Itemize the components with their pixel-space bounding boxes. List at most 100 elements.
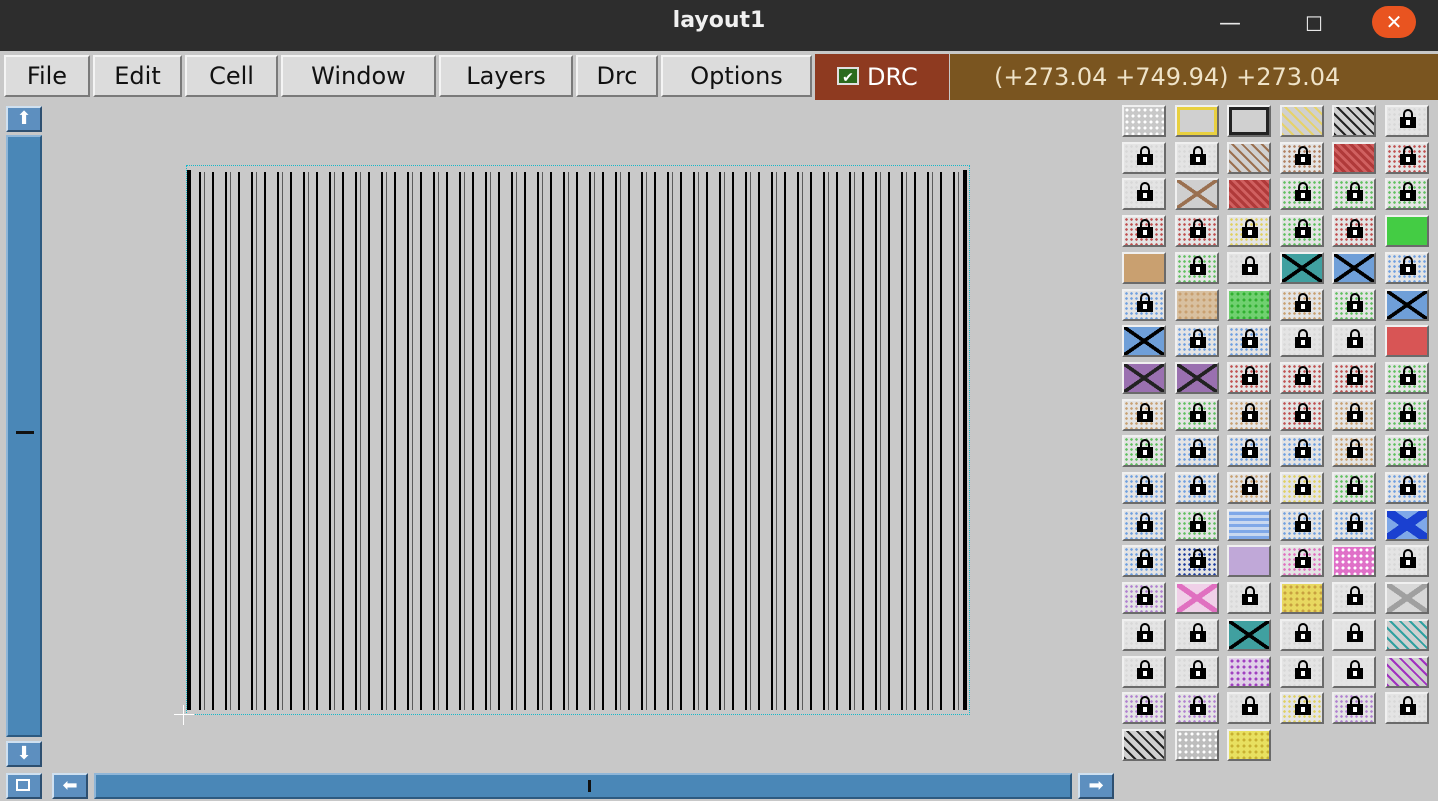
layer-swatch-green-dots[interactable] [1227,289,1271,321]
arrow-right-icon[interactable]: ➡ [1078,773,1114,799]
layer-swatch-lock-dotted[interactable] [1332,656,1376,688]
layer-swatch-lock-green[interactable] [1175,252,1219,284]
layer-swatch-lock-blue[interactable] [1122,545,1166,577]
layer-swatch-dots-white[interactable] [1122,105,1166,137]
layer-swatch-red-hatch[interactable] [1332,142,1376,174]
menu-window[interactable]: Window [281,55,436,97]
layer-swatch-lock-purple[interactable] [1332,692,1376,724]
layer-swatch-blue-x[interactable] [1332,252,1376,284]
vertical-scroll-thumb[interactable] [16,431,34,434]
layer-swatch-lock-red[interactable] [1175,215,1219,247]
layer-swatch-tan-dots[interactable] [1175,289,1219,321]
menu-edit[interactable]: Edit [93,55,182,97]
layer-swatch-lock-gray[interactable] [1385,545,1429,577]
layer-swatch-lock-tan[interactable] [1332,399,1376,431]
horizontal-scroll-thumb[interactable] [588,780,591,792]
layer-swatch-gray-x[interactable] [1385,582,1429,614]
layer-swatch-lock-green[interactable] [1385,435,1429,467]
layer-swatch-yellow-dots[interactable] [1280,582,1324,614]
layer-swatch-plain-black-outline[interactable] [1227,105,1271,137]
layer-swatch-black-hatch[interactable] [1332,105,1376,137]
layer-swatch-pink-x[interactable] [1175,582,1219,614]
layer-swatch-lock-blue[interactable] [1227,325,1271,357]
layer-swatch-lock-tan[interactable] [1332,435,1376,467]
layer-swatch-solid-red[interactable] [1385,325,1429,357]
layer-swatch-lock-green[interactable] [1280,178,1324,210]
horizontal-scrollbar[interactable]: ⬅ ➡ [0,771,1118,801]
layer-swatch-lock-purple[interactable] [1122,692,1166,724]
layer-swatch-lock-gray[interactable] [1280,656,1324,688]
layer-swatch-lock-gray[interactable] [1385,105,1429,137]
layer-swatch-solid-tan[interactable] [1122,252,1166,284]
layer-swatch-lock-red[interactable] [1280,362,1324,394]
checkbox-checked-icon[interactable]: ✔ [837,67,859,86]
horizontal-scroll-track[interactable] [94,773,1072,799]
layer-swatch-lock-gray[interactable] [1385,692,1429,724]
layer-swatch-purple-x[interactable] [1122,362,1166,394]
layer-swatch-lock-green[interactable] [1122,435,1166,467]
layer-swatch-lock-blue[interactable] [1175,472,1219,504]
layer-swatch-lock-tan[interactable] [1227,472,1271,504]
layer-swatch-yellow-dots-2[interactable] [1227,729,1271,761]
layer-swatch-blue-wave[interactable] [1227,509,1271,541]
layer-swatch-lock-gray[interactable] [1122,619,1166,651]
layer-swatch-lock-red[interactable] [1385,142,1429,174]
layer-swatch-lock-red[interactable] [1280,399,1324,431]
layer-swatch-lock-purple[interactable] [1175,692,1219,724]
layer-swatch-lock-tan[interactable] [1280,289,1324,321]
menu-drc[interactable]: Drc [576,55,658,97]
close-button[interactable]: ✕ [1372,6,1416,38]
layer-swatch-lock-gray[interactable] [1227,692,1271,724]
layer-swatch-lock-brown[interactable] [1280,142,1324,174]
layer-swatch-lock-yellow[interactable] [1280,692,1324,724]
layer-swatch-lock-blue[interactable] [1385,252,1429,284]
layer-swatch-pink-dots[interactable] [1332,545,1376,577]
layer-swatch-blue-diamond[interactable] [1385,509,1429,541]
arrow-up-icon[interactable]: ⬆ [6,106,42,132]
layer-swatch-brown-hatch[interactable] [1227,142,1271,174]
layer-swatch-lavender[interactable] [1227,545,1271,577]
layer-swatch-red-hatch[interactable] [1227,178,1271,210]
maximize-button[interactable]: ☐ [1292,4,1336,44]
layer-swatch-lock-yellow[interactable] [1227,215,1271,247]
layout-canvas[interactable] [46,103,1118,771]
layer-swatch-lock-gray[interactable] [1175,142,1219,174]
layer-swatch-teal-hatch[interactable] [1385,619,1429,651]
arrow-down-icon[interactable]: ⬇ [6,741,42,767]
layer-swatch-lock-green[interactable] [1175,399,1219,431]
layer-swatch-lock-red[interactable] [1332,362,1376,394]
layer-swatch-solid-green[interactable] [1385,215,1429,247]
layer-swatch-teal-x[interactable] [1280,252,1324,284]
layer-swatch-lock-gray[interactable] [1227,582,1271,614]
menu-file[interactable]: File [4,55,90,97]
layer-swatch-blue-x[interactable] [1122,325,1166,357]
layer-swatch-lock-red[interactable] [1122,215,1166,247]
layer-swatch-lock-blue[interactable] [1122,472,1166,504]
layer-swatch-lock-green[interactable] [1332,178,1376,210]
layer-swatch-lock-green[interactable] [1332,472,1376,504]
layer-swatch-yellow-hatch[interactable] [1280,105,1324,137]
layer-swatch-lock-blue[interactable] [1122,289,1166,321]
layer-swatch-lock-green[interactable] [1385,362,1429,394]
layer-swatch-plain-yellow-outline[interactable] [1175,105,1219,137]
layer-swatch-brown-cross[interactable] [1175,178,1219,210]
menu-cell[interactable]: Cell [185,55,278,97]
layer-swatch-lock-gray[interactable] [1280,325,1324,357]
layer-swatch-teal-cross[interactable] [1227,619,1271,651]
layer-swatch-lock-gray[interactable] [1332,582,1376,614]
layer-swatch-lock-red[interactable] [1332,215,1376,247]
layer-swatch-purple-dots[interactable] [1227,656,1271,688]
layer-swatch-purple-x[interactable] [1175,362,1219,394]
layer-swatch-lock-blue[interactable] [1122,509,1166,541]
drc-toggle[interactable]: ✔ DRC [815,54,949,100]
layer-swatch-lock-green[interactable] [1385,178,1429,210]
layer-swatch-lock-gray[interactable] [1122,178,1166,210]
layer-swatch-lock-purple[interactable] [1122,582,1166,614]
layer-swatch-purple-hatch[interactable] [1385,656,1429,688]
cell-layout-array[interactable] [186,165,970,715]
layer-swatch-white-dots[interactable] [1175,729,1219,761]
layer-swatch-blue-x[interactable] [1385,289,1429,321]
layer-swatch-lock-green[interactable] [1385,399,1429,431]
layer-swatch-lock-blue[interactable] [1175,325,1219,357]
vertical-scrollbar[interactable]: ⬆ ⬇ [0,103,46,771]
